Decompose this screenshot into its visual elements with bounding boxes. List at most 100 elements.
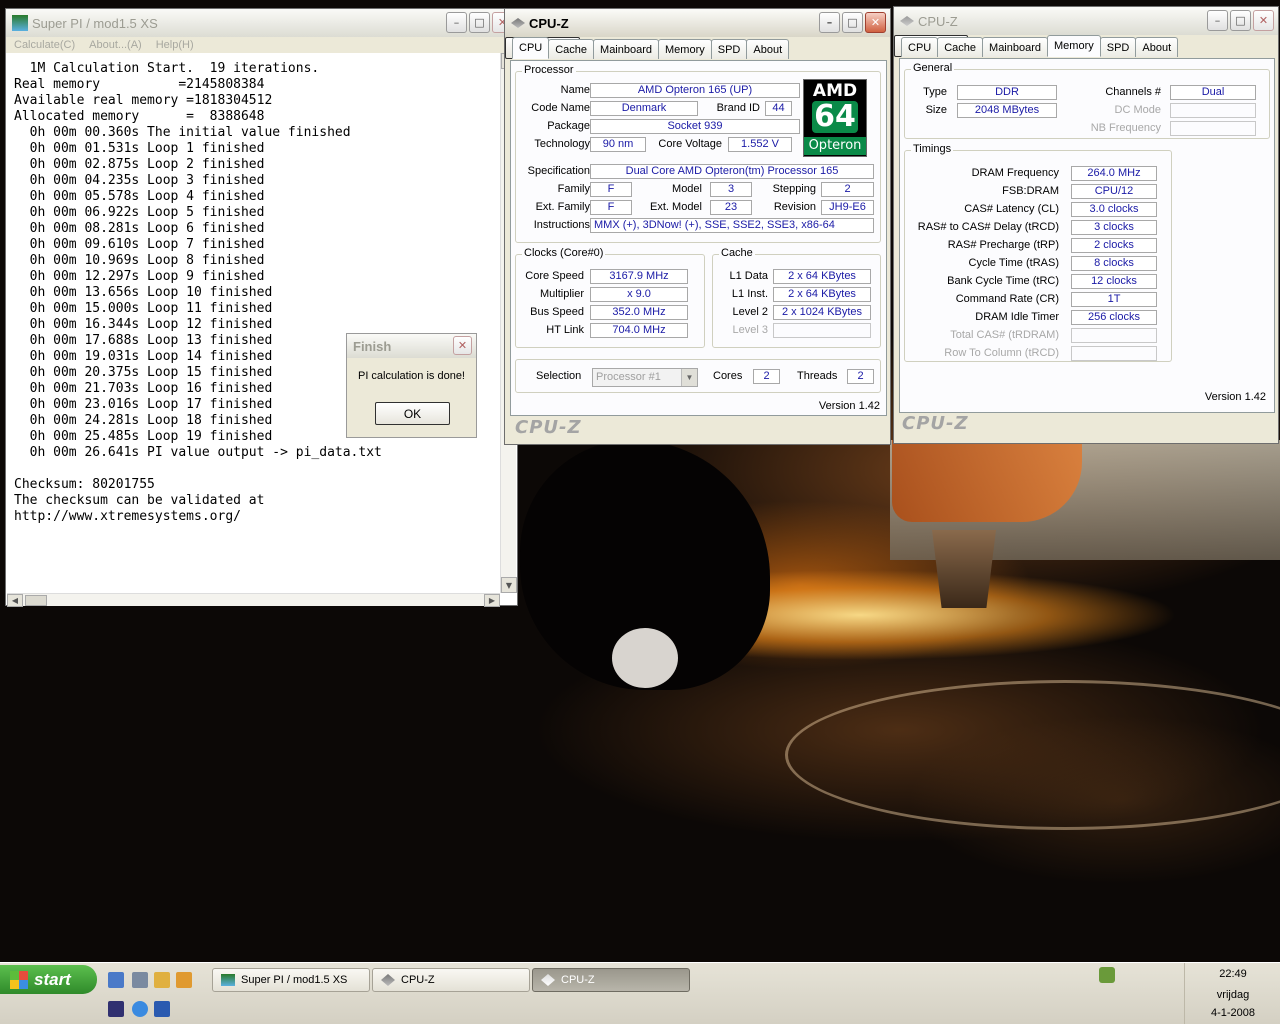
menu-calculate[interactable]: Calculate(C) [14,39,75,51]
quicklaunch-ie-icon[interactable] [132,1001,148,1017]
start-button[interactable]: start [0,965,97,994]
close-button[interactable]: ✕ [1253,10,1274,31]
dram-frequency-value: 264.0 MHz [1071,166,1157,181]
specification-label: Specification [527,165,590,177]
finish-dialog: Finish ✕ PI calculation is done! OK [346,333,477,438]
level3-value [773,323,871,338]
minimize-button[interactable]: – [446,12,467,33]
taskbar-item-superpi[interactable]: Super PI / mod1.5 XS [212,968,370,992]
taskbar-item-label: CPU-Z [401,974,435,986]
scroll-right-arrow-icon[interactable]: ▶ [484,594,500,607]
family-value: F [590,182,632,197]
timings-group-label: Timings [911,143,954,155]
quicklaunch-save-icon[interactable] [108,1001,124,1017]
tab-spd[interactable]: SPD [1099,37,1137,57]
taskbar-item-cpuz-2[interactable]: CPU-Z [532,968,690,992]
superpi-app-icon [12,15,28,31]
minimize-button[interactable]: – [819,12,840,33]
quicklaunch-folder-icon[interactable] [154,972,170,988]
quicklaunch-tool-icon[interactable] [176,972,192,988]
tab-mainboard[interactable]: Mainboard [982,37,1049,57]
tab-cache[interactable]: Cache [937,37,984,57]
clock-day: vrijdag [1216,989,1250,1001]
package-label: Package [547,120,590,132]
taskbar-item-label: Super PI / mod1.5 XS [241,974,348,986]
tab-cpu[interactable]: CPU [512,37,550,59]
tray-network-icon[interactable] [1099,967,1115,983]
ext-family-value: F [590,200,632,215]
scroll-down-arrow-icon[interactable]: ▼ [501,577,517,593]
cpuz-titlebar[interactable]: CPU-Z – □ ✕ [894,7,1278,35]
technology-value: 90 nm [590,137,646,152]
model-label: Model [672,183,702,195]
amd-64-logo-text: 64 [812,101,858,133]
version-label: Version 1.42 [1204,391,1266,403]
close-button[interactable]: ✕ [453,336,472,355]
cpuz-titlebar[interactable]: CPU-Z – □ ✕ [505,9,890,37]
codename-value: Denmark [590,101,698,116]
bank-cycle-time-label: Bank Cycle Time (tRC) [947,275,1059,287]
l1-inst-label: L1 Inst. [731,288,768,300]
total-cas-value [1071,328,1157,343]
ext-model-label: Ext. Model [650,201,702,213]
horizontal-scrollbar[interactable]: ◀ ▶ [7,593,500,607]
tab-about[interactable]: About [746,39,790,59]
scroll-thumb[interactable] [25,595,47,606]
bus-speed-label: Bus Speed [530,306,584,318]
ok-button[interactable]: OK [375,402,450,425]
cpuz-title: CPU-Z [529,15,569,31]
menu-about[interactable]: About...(A) [89,39,142,51]
level2-label: Level 2 [732,306,768,318]
stepping-value: 2 [821,182,874,197]
cycle-time-value: 8 clocks [1071,256,1157,271]
total-cas-label: Total CAS# (tRDRAM) [950,329,1059,341]
close-button[interactable]: ✕ [865,12,886,33]
revision-value: JH9-E6 [821,200,874,215]
cache-group-label: Cache [719,247,755,259]
menu-help[interactable]: Help(H) [156,39,194,51]
version-label: Version 1.42 [818,400,880,412]
clock-time[interactable]: 22:49 [1185,968,1280,980]
scroll-left-arrow-icon[interactable]: ◀ [7,594,23,607]
maximize-button[interactable]: □ [1230,10,1251,31]
type-label: Type [923,86,947,98]
superpi-title: Super PI / mod1.5 XS [32,15,158,31]
quicklaunch-computer-icon[interactable] [132,972,148,988]
brandid-value: 44 [765,101,792,116]
threads-label: Threads [797,370,838,382]
quicklaunch-browser-icon[interactable] [108,972,124,988]
cpuz-cpu-window: CPU-Z – □ ✕ CPU Cache Mainboard Memory S… [504,8,891,445]
tab-about[interactable]: About [1135,37,1179,57]
channels-label: Channels # [1105,86,1161,98]
processor-select[interactable]: Processor #1 ▼ [592,368,698,387]
memory-size-value: 2048 MBytes [957,103,1057,118]
core-speed-label: Core Speed [525,270,584,282]
processor-select-value: Processor #1 [596,371,661,383]
maximize-button[interactable]: □ [469,12,490,33]
dc-mode-value [1170,103,1256,118]
tab-memory[interactable]: Memory [1047,35,1101,57]
superpi-titlebar[interactable]: Super PI / mod1.5 XS – □ ✕ [6,9,517,37]
windows-flag-icon [10,970,28,989]
tab-cache[interactable]: Cache [548,39,595,59]
cas-latency-label: CAS# Latency (CL) [964,203,1059,215]
chevron-down-icon[interactable]: ▼ [681,369,697,386]
maximize-button[interactable]: □ [842,12,863,33]
tab-spd[interactable]: SPD [710,39,748,59]
cpuz-app-icon [511,18,525,28]
multiplier-value: x 9.0 [590,287,688,302]
tab-cpu[interactable]: CPU [901,37,939,57]
name-label: Name [560,84,590,96]
tab-memory[interactable]: Memory [658,39,712,59]
superpi-menubar: Calculate(C) About...(A) Help(H) [6,37,517,53]
taskbar-item-label: CPU-Z [561,974,595,986]
taskbar: start Super PI / mod1.5 XS CPU-Z CPU-Z 2… [0,962,1280,1024]
ext-model-value: 23 [710,200,752,215]
taskbar-item-cpuz-1[interactable]: CPU-Z [372,968,530,992]
memory-type-value: DDR [957,85,1057,100]
minimize-button[interactable]: – [1207,10,1228,31]
finish-titlebar[interactable]: Finish ✕ [347,334,476,358]
tab-mainboard[interactable]: Mainboard [593,39,660,59]
quicklaunch-pointer-icon[interactable] [154,1001,170,1017]
cpuz-tabs: CPU Cache Mainboard Memory SPD About [901,35,1179,57]
